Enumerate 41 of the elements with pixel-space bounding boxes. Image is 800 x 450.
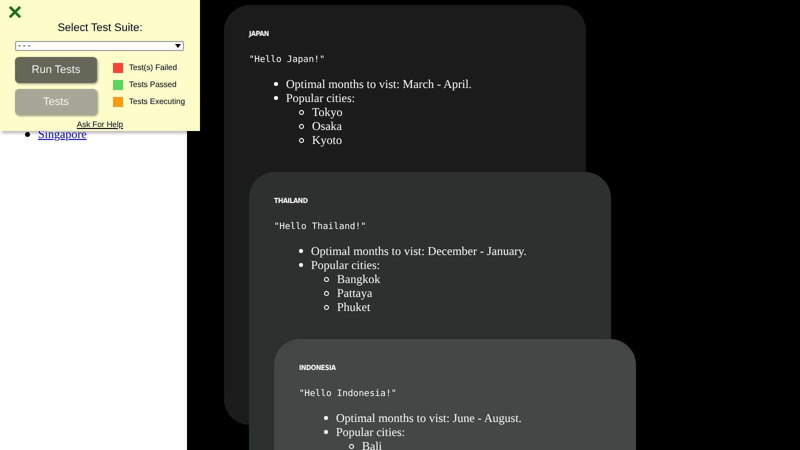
bullet-icon: [349, 444, 354, 448]
bullet-icon: [25, 132, 30, 137]
bullet-icon: [299, 249, 303, 253]
caret-icon: [175, 44, 181, 48]
months-text: Optimal months to vist: June - August.: [336, 411, 522, 425]
bullet-icon: [324, 430, 328, 434]
panel-title: Select Test Suite:: [58, 21, 142, 36]
city-text: Bali: [362, 439, 382, 450]
bullet-icon: [324, 416, 328, 420]
bullet-icon: [324, 304, 329, 310]
greeting-code: "Hello Thailand!": [274, 220, 366, 234]
cities-label: Popular cities:: [286, 91, 355, 105]
greeting-code: "Hello Japan!": [249, 54, 325, 66]
legend-label: Tests Executing: [129, 96, 186, 108]
sidebar-link[interactable]: Singapore: [38, 128, 87, 141]
city-text: Phuket: [337, 300, 370, 314]
bullet-icon: [299, 124, 304, 128]
city-text: Osaka: [312, 119, 342, 133]
suite-select[interactable]: - - -: [15, 40, 184, 51]
cities-label: Popular cities:: [336, 425, 405, 439]
city-text: Kyoto: [312, 133, 342, 147]
bullet-icon: [299, 110, 304, 114]
bullet-icon: [299, 138, 304, 142]
greeting-code: "Hello Indonesia!": [299, 388, 397, 400]
bullet-icon: [324, 290, 329, 296]
legend-label: Tests Passed: [129, 79, 177, 91]
cities-label: Popular cities:: [311, 258, 380, 272]
select-value: - - -: [18, 42, 30, 50]
city-text: Bangkok: [337, 272, 380, 286]
close-button[interactable]: ✕: [7, 4, 23, 23]
months-text: Optimal months to vist: March - April.: [286, 77, 472, 91]
city-text: Tokyo: [312, 105, 342, 119]
bullet-icon: [274, 82, 278, 86]
city-text: Pattaya: [337, 286, 372, 300]
months-text: Optimal months to vist: December - January.: [311, 244, 527, 258]
legend-label: Test(s) Failed: [129, 62, 178, 74]
help-link[interactable]: Ask For Help: [76, 119, 124, 131]
test-button[interactable]: Run Tests: [15, 57, 97, 83]
bullet-icon: [324, 276, 329, 282]
bullet-icon: [274, 96, 278, 100]
bullet-icon: [299, 263, 303, 267]
